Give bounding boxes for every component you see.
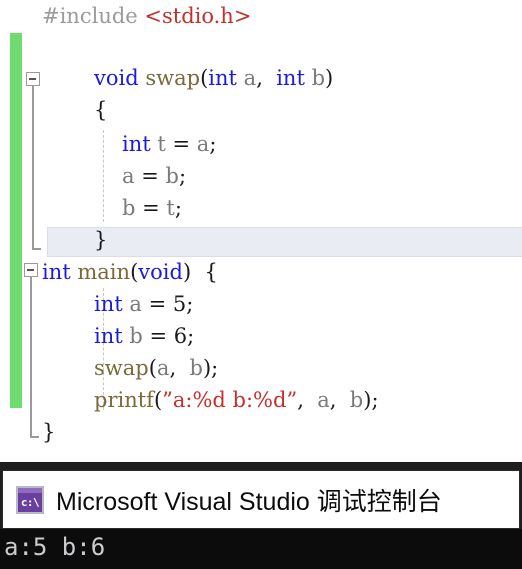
code-line: int b = 6; [0,320,522,352]
code-line: } [0,416,522,448]
code-line: void swap(int a, int b) [0,62,522,94]
code-token: = [142,324,174,348]
code-token: } [42,420,56,444]
code-token: a [243,66,257,90]
code-token: #include [42,4,145,28]
code-token: , [256,66,277,90]
code-token: = [141,292,173,316]
console-icon-label: c:\ [20,495,40,509]
code-token: , [329,388,350,412]
code-token: int [42,260,71,284]
code-token: ; [187,324,195,348]
code-token: = [134,164,166,188]
code-token: ; [178,164,187,188]
console-title-bar[interactable]: c:\ Microsoft Visual Studio 调试控制台 [2,470,520,529]
code-editor[interactable]: #include <stdio.h> void swap(int a, int b… [0,0,522,462]
code-line: printf(”a:%d b:%d”, a, b); [0,384,522,416]
code-token: t [166,196,175,220]
code-token: { [191,260,218,284]
code-token: ; [186,292,194,316]
debug-console-window[interactable]: c:\ Microsoft Visual Studio 调试控制台 a:5 b:… [0,462,522,569]
console-app-icon: c:\ [16,485,44,514]
code-line: int a = 5; [0,288,522,320]
code-token: b [189,356,203,380]
code-line: swap(a, b); [0,352,522,384]
code-token: ”a:%d b:%d” [162,388,298,412]
code-token: int [208,66,237,90]
code-line: b = t; [0,192,522,224]
code-token: ) [182,260,192,284]
code-token: ) [325,66,334,90]
code-token: ; [174,196,182,220]
code-token: , [297,388,318,412]
console-output-area[interactable]: a:5 b:6 [0,529,522,569]
code-token: printf [94,388,154,412]
code-line: int main(void) { [0,256,522,288]
code-token: b [349,388,364,412]
code-token: int [94,292,123,316]
code-token: a [129,292,142,316]
code-token: b [165,164,179,188]
code-token: b [129,324,143,348]
code-token: ); [202,356,219,380]
code-token: 6 [173,324,188,348]
code-line: } [0,224,522,256]
code-line: int t = a; [0,128,522,160]
code-token: main [77,260,131,284]
code-token: = [135,196,167,220]
code-token: void [138,260,183,284]
code-token: swap [94,356,149,380]
code-token: ( [148,356,157,380]
code-token: swap [145,66,201,90]
code-token: int [122,132,151,156]
code-token: ); [363,388,379,412]
code-token: b [311,66,326,90]
code-token: void [94,66,139,90]
code-token: ( [153,388,163,412]
code-token: a [122,164,135,188]
code-token: { [94,98,108,122]
code-token: a [156,356,170,380]
code-token: int [94,324,123,348]
console-window-shadow [0,462,522,470]
code-token: , [169,356,190,380]
code-token: = [165,132,197,156]
code-token: <stdio.h> [144,4,252,28]
code-token: int [276,66,305,90]
code-token: 5 [172,292,187,316]
code-token: } [94,228,108,252]
code-line: #include <stdio.h> [0,0,522,32]
code-token: a [317,388,330,412]
code-token: t [157,132,166,156]
code-token: ( [200,66,209,90]
code-token: ; [209,132,217,156]
console-output-text: a:5 b:6 [4,533,106,561]
code-token: b [122,196,136,220]
code-token: a [196,132,210,156]
code-line: a = b; [0,160,522,192]
code-line: { [0,94,522,126]
console-window-title: Microsoft Visual Studio 调试控制台 [56,487,442,516]
